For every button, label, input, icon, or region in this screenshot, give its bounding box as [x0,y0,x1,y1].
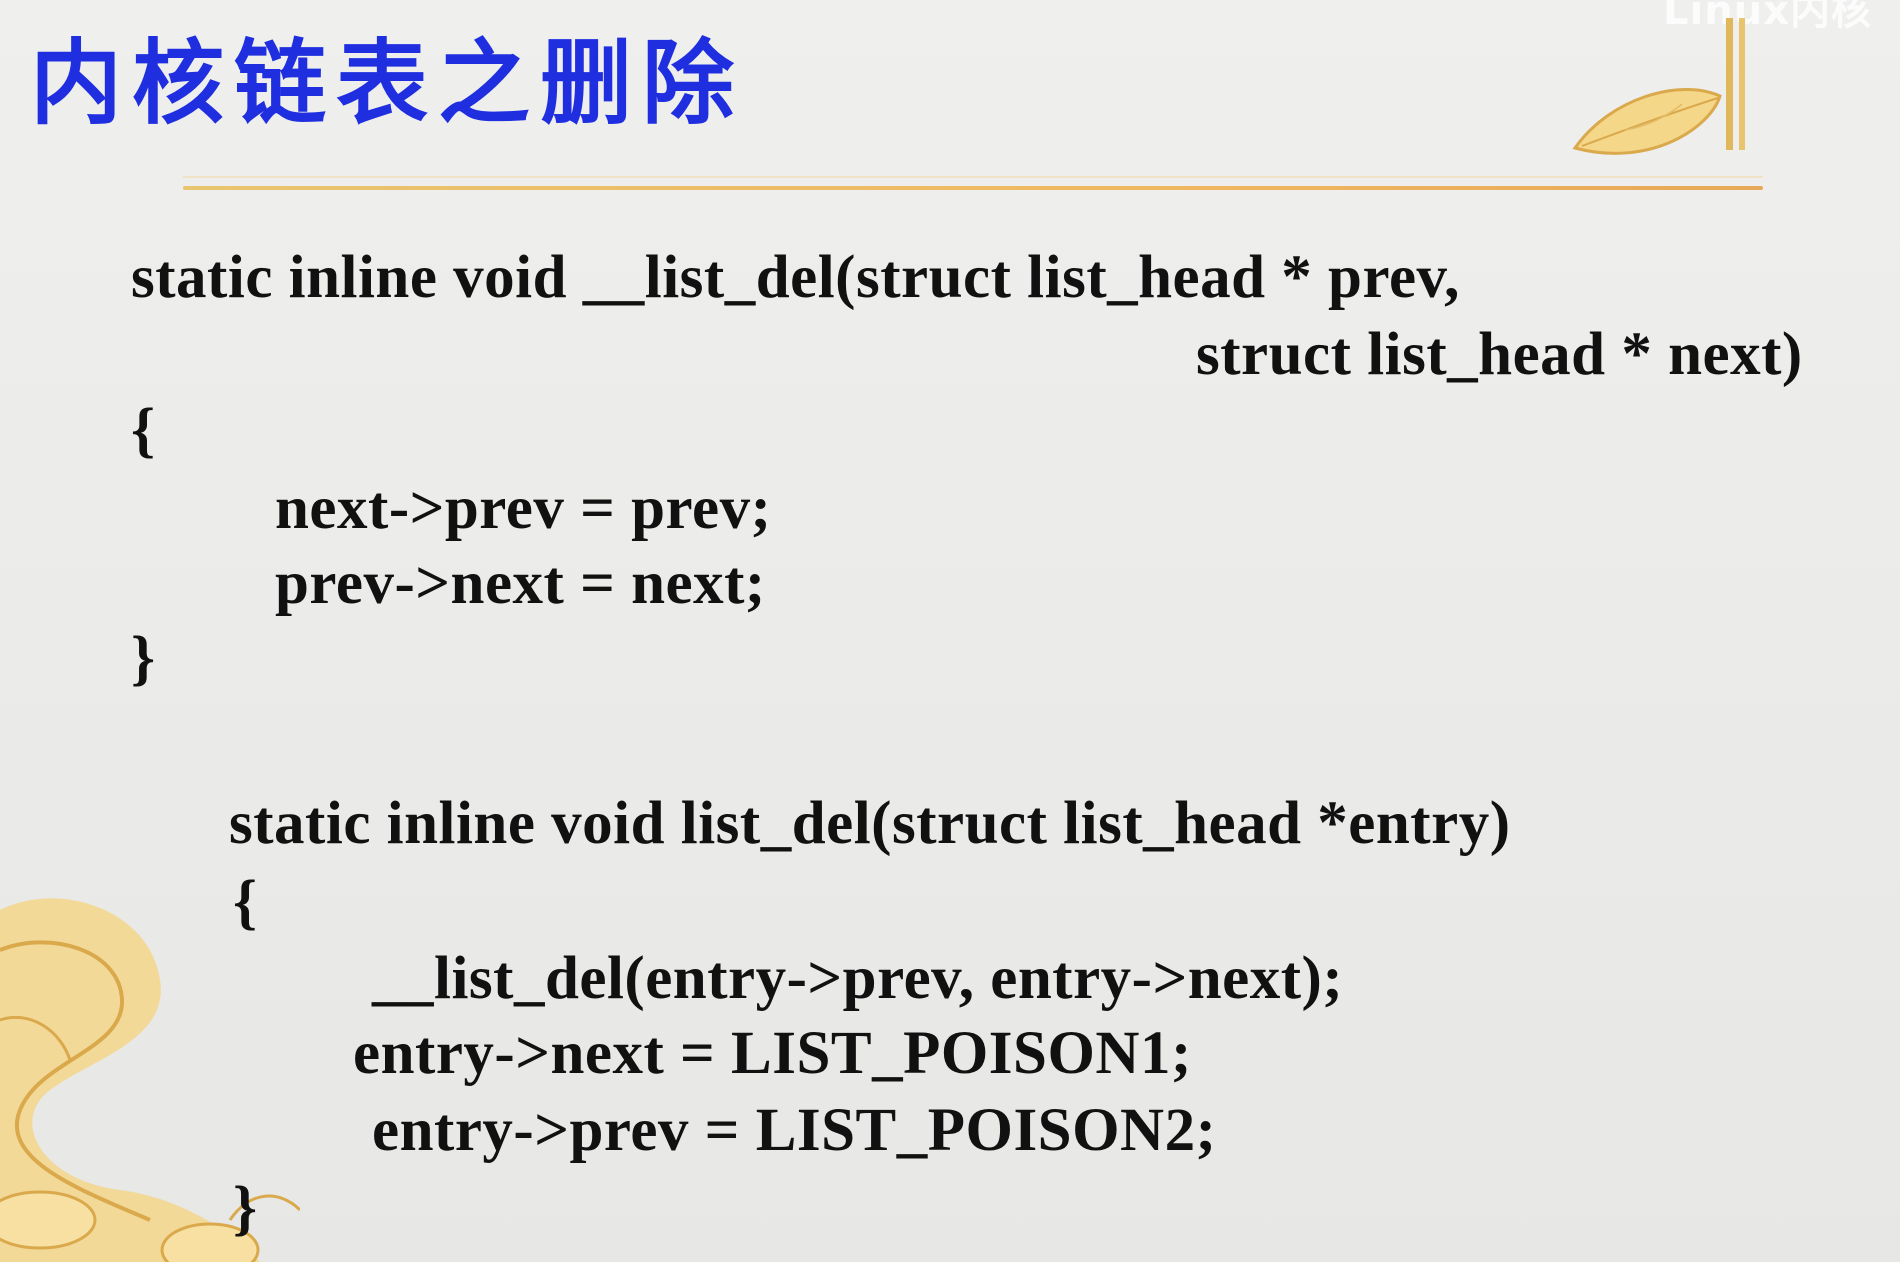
fn2-body-line3: entry->prev = LIST_POISON2; [372,1097,1217,1164]
fn1-open-brace: { [131,397,156,464]
fn1-body-line1: next->prev = prev; [275,475,772,542]
fn1-signature-line1: static inline void __list_del(struct lis… [131,244,1460,311]
title-underline-shadow [183,176,1763,178]
slide-title: 内核链表之删除 [30,30,745,137]
fn2-body-line2: entry->next = LIST_POISON1; [353,1020,1192,1087]
fn1-close-brace: } [131,625,156,692]
fn2-open-brace: { [233,869,258,936]
slide: Linux内核 内核链表之删除 static inline void __lis… [0,0,1900,1262]
fn2-signature: static inline void list_del(struct list_… [229,790,1511,857]
fn2-body-line1: __list_del(entry->prev, entry->next); [372,945,1344,1012]
fn2-close-brace: } [233,1175,258,1242]
fn1-signature-line2: struct list_head * next) [1196,321,1803,388]
leaf-icon [1572,18,1745,155]
fn1-body-line2: prev->next = next; [275,550,766,617]
title-underline [183,186,1763,190]
